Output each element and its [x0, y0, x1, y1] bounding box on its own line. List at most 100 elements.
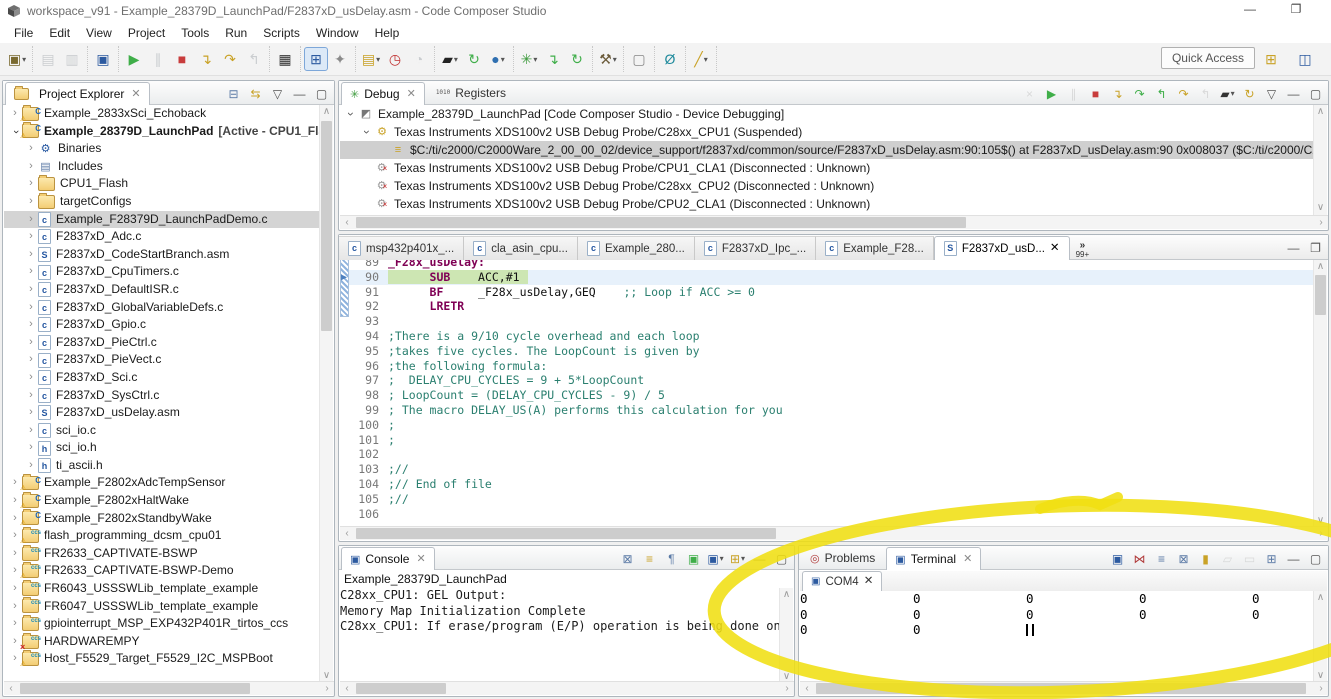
chevron-right-icon[interactable]: › [8, 580, 22, 598]
ccs-console-button[interactable]: ▣ [91, 47, 115, 71]
menu-file[interactable]: File [6, 24, 41, 42]
chevron-right-icon[interactable]: › [24, 387, 38, 405]
menu-help[interactable]: Help [367, 24, 408, 42]
close-icon[interactable]: ✕ [963, 552, 972, 567]
code-line[interactable]: 90 SUB ACC,#1 [340, 269, 1315, 285]
build-button[interactable]: ⚒ ▾ [596, 47, 620, 71]
chevron-right-icon[interactable]: › [24, 439, 38, 457]
scroll-right-icon[interactable]: › [780, 682, 794, 695]
step-into-button[interactable]: ↴ [194, 47, 218, 71]
editor-hscrollbar[interactable]: ‹ › [340, 526, 1328, 540]
maximize-button[interactable]: ▢ [1305, 548, 1326, 569]
chevron-right-icon[interactable]: › [24, 299, 38, 317]
tree-item[interactable]: › ccs FR6043_USSSWLib_template_example [4, 579, 319, 598]
step-return-button[interactable]: ↰ [1151, 83, 1172, 104]
chevron-right-icon[interactable]: › [24, 211, 38, 229]
tab-terminal[interactable]: ▣ Terminal ✕ [886, 547, 982, 570]
code-line[interactable]: 101; [340, 433, 1315, 448]
code-line[interactable]: 106 [340, 507, 1315, 522]
tree-item[interactable]: › F2837xD_CodeStartBranch.asm [4, 246, 319, 265]
search-button[interactable]: Ø [658, 47, 682, 71]
debug-tree-item[interactable]: › ◩ Example_28379D_LaunchPad [Code Compose… [340, 105, 1315, 123]
chevron-right-icon[interactable]: › [24, 140, 38, 158]
debug-button[interactable]: ✳ ▾ [517, 47, 541, 71]
new-terminal-button[interactable]: ⊞ [1261, 548, 1282, 569]
editor-tab-example-f28-[interactable]: c Example_F28... [816, 236, 934, 260]
editor-vscrollbar[interactable]: ∧ ∨ [1313, 260, 1327, 528]
tree-item[interactable]: ›ti_ascii.h [4, 457, 319, 476]
code-line[interactable]: 99 ; The macro DELAY_US(A) performs this … [340, 403, 1315, 418]
editor-tab-f2837xd-ipc-[interactable]: c F2837xD_Ipc_... [694, 236, 817, 260]
word-wrap-button[interactable]: ¶ [661, 548, 682, 569]
chevron-right-icon[interactable]: › [24, 316, 38, 334]
tree-item[interactable]: › ccs gpiointerrupt_MSP_EXP432P401R_tirtos… [4, 615, 319, 633]
command-input-button[interactable]: ▣ [1107, 548, 1128, 569]
step-into-button[interactable]: ↴ [1107, 83, 1128, 104]
step-return-button[interactable]: ↰ [242, 47, 266, 71]
tree-item[interactable]: › F2837xD_CpuTimers.c [4, 263, 319, 282]
chevron-right-icon[interactable]: › [24, 175, 38, 193]
terminate-button[interactable]: ■ [1085, 83, 1106, 104]
code-line[interactable]: 98 ; LoopCount = (DELAY_CPU_CYCLES - 9) /… [340, 388, 1315, 403]
resume-button[interactable]: ▶ [1041, 83, 1062, 104]
tree-item[interactable]: › ccs ⚠ Host_F5529_Target_F5529_I2C_MSPBoot [4, 650, 319, 668]
code-line[interactable]: 97 ; DELAY_CPU_CYCLES = 9 + 5*LoopCount [340, 373, 1315, 388]
terminate-button[interactable]: ■ [170, 47, 194, 71]
close-icon[interactable]: ✕ [416, 552, 425, 567]
tab-com4[interactable]: ▣ COM4 ✕ [802, 571, 883, 591]
minimize-button[interactable]: — [1283, 237, 1304, 258]
view-menu-button[interactable]: ▽ [267, 83, 288, 104]
menu-window[interactable]: Window [308, 24, 367, 42]
chevron-down-icon[interactable]: › [342, 107, 360, 121]
console-output[interactable]: C28xx_CPU1: GEL Output: Memory Map Initia… [340, 588, 780, 684]
tree-item[interactable]: › F2837xD_Adc.c [4, 228, 319, 247]
tree-item[interactable]: › ⚙ Binaries [4, 140, 319, 158]
window-maximize-button[interactable]: ❐ [1279, 0, 1313, 20]
debug-tree-item[interactable]: ⚙× Texas Instruments XDS100v2 USB Debug P… [340, 159, 1315, 177]
paste-button[interactable]: ▭ [1239, 548, 1260, 569]
new-button[interactable]: ▣ ▾ [5, 47, 29, 71]
editor-tab-f2837xd-usd-[interactable]: S F2837xD_usD... ✕ [933, 236, 1070, 260]
profile-step-into-button[interactable]: ↴ [541, 47, 565, 71]
tree-item[interactable]: › F2837xD_usDelay.asm [4, 404, 319, 423]
console-hscrollbar[interactable]: ‹ › [340, 681, 794, 695]
open-perspective-icon[interactable]: ⊞ [1259, 47, 1283, 71]
scroll-right-icon[interactable]: › [1314, 216, 1328, 229]
chevron-right-icon[interactable]: › [24, 281, 38, 299]
code-line[interactable]: 91 BF _F28x_usDelay,GEQ ;; Loop if ACC >… [340, 285, 1315, 300]
tab-console[interactable]: ▣ Console ✕ [341, 547, 435, 570]
tree-item[interactable]: › F2837xD_SysCtrl.c [4, 387, 319, 406]
menu-view[interactable]: View [78, 24, 120, 42]
menu-run[interactable]: Run [217, 24, 255, 42]
scroll-lock-button[interactable]: ≡ [639, 548, 660, 569]
scroll-right-icon[interactable]: › [1314, 527, 1328, 540]
restore-button[interactable]: ❐ [1305, 237, 1326, 258]
scroll-lock-button[interactable]: ≡ [1151, 548, 1172, 569]
tree-item[interactable]: › targetConfigs [4, 192, 319, 211]
asm-step-return-button[interactable]: ↰ [1195, 83, 1216, 104]
tree-item[interactable]: › ccs ⚠ FR2633_CAPTIVATE-BSWP-Demo [4, 562, 319, 580]
tree-item[interactable]: › C ⚠ Example_F2802xStandbyWake [4, 509, 319, 527]
debug-tree-item[interactable]: ⚙× Texas Instruments XDS100v2 USB Debug P… [340, 177, 1315, 195]
scroll-down-icon[interactable]: ∨ [1314, 201, 1327, 215]
tab-project-explorer[interactable]: Project Explorer ✕ [5, 82, 150, 105]
code-line[interactable]: 95 ;takes five cycles. The LoopCount is g… [340, 344, 1315, 359]
connect-terminal-button[interactable]: ⋈ [1129, 548, 1150, 569]
editor-tab-msp432p401x-[interactable]: c msp432p401x_... [339, 236, 465, 260]
tree-item[interactable]: › ccs × HARDWAREMPY [4, 632, 319, 651]
debug-hscrollbar[interactable]: ‹ › [340, 215, 1328, 229]
debug-perspective-icon[interactable]: ◫ [1293, 47, 1317, 71]
terminal-hscrollbar[interactable]: ‹ › [800, 681, 1328, 695]
close-icon[interactable]: ✕ [407, 87, 416, 102]
chevron-right-icon[interactable]: › [24, 334, 38, 352]
scroll-up-icon[interactable]: ∧ [1314, 591, 1327, 605]
save-all-button[interactable]: ▥ [60, 47, 84, 71]
terminal-output[interactable]: 000000000000 [800, 591, 1314, 683]
debug-vscrollbar[interactable]: ∧ ∨ [1313, 105, 1327, 215]
tab-problems[interactable]: ◎ Problems [801, 546, 884, 569]
tree-item[interactable]: › CPU1_Flash [4, 175, 319, 193]
tree-item[interactable]: › C ⚠ Example_F2802xHaltWake [4, 491, 319, 510]
refresh-target-button[interactable]: ↻ [462, 47, 486, 71]
close-icon[interactable]: ✕ [131, 87, 140, 102]
maximize-button[interactable]: ▢ [1305, 83, 1326, 104]
